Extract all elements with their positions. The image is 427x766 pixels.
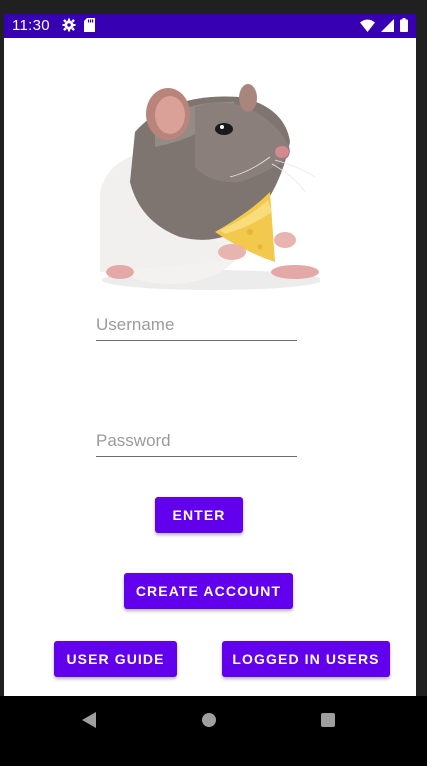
enter-button[interactable]: ENTER (155, 497, 243, 533)
settings-gear-icon (62, 18, 76, 37)
battery-icon (400, 18, 408, 37)
phone-device: 11:30 Username ENTER CREATE ACCOUNT USER… (0, 0, 427, 766)
status-bar: 11:30 (4, 14, 416, 38)
logged-in-users-button[interactable]: LOGGED IN USERS (222, 641, 390, 677)
signal-icon (381, 18, 394, 37)
user-guide-button[interactable]: USER GUIDE (54, 641, 177, 677)
username-input[interactable] (96, 312, 297, 338)
sd-card-icon (84, 18, 95, 37)
navigation-bar (0, 696, 427, 766)
password-input[interactable] (96, 428, 297, 454)
status-left-icons (62, 18, 95, 37)
back-icon[interactable] (82, 712, 96, 733)
login-screen: ENTER CREATE ACCOUNT USER GUIDE LOGGED I… (4, 38, 416, 696)
home-icon[interactable] (202, 713, 216, 727)
username-field[interactable] (96, 312, 297, 341)
recents-icon[interactable] (321, 713, 335, 727)
rat-holding-cheese-photo (98, 72, 322, 292)
status-right-icons (360, 18, 408, 37)
status-time: 11:30 (12, 17, 50, 34)
password-field[interactable] (96, 428, 297, 457)
wifi-icon (360, 19, 375, 37)
create-account-button[interactable]: CREATE ACCOUNT (124, 573, 293, 609)
